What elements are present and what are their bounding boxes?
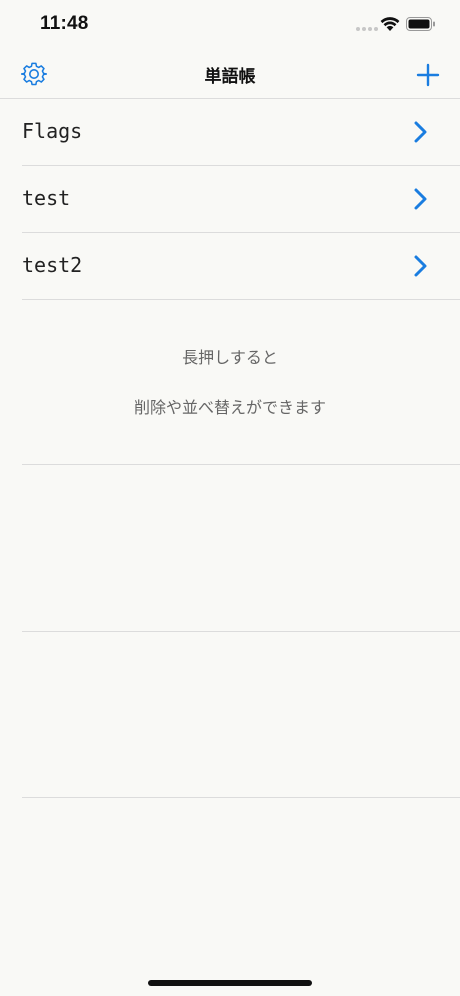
status-bar: 11:48 bbox=[0, 0, 460, 50]
home-indicator[interactable] bbox=[148, 980, 312, 986]
list-item[interactable]: test bbox=[22, 166, 460, 233]
list-item[interactable]: Flags bbox=[22, 99, 460, 166]
page-title: 単語帳 bbox=[204, 67, 256, 87]
battery-icon bbox=[406, 17, 435, 31]
hint-line-1: 長押しすると bbox=[182, 348, 278, 367]
chevron-right-icon bbox=[414, 255, 427, 277]
status-time: 11:48 bbox=[40, 13, 89, 34]
hint-panel: 長押しすると 削除や並べ替えができます bbox=[0, 298, 460, 464]
cellular-signal-icon bbox=[356, 27, 378, 31]
list-item-label: test bbox=[22, 186, 71, 210]
list-item-label: test2 bbox=[22, 253, 83, 277]
chevron-right-icon bbox=[414, 121, 427, 143]
divider bbox=[22, 464, 460, 465]
hint-line-2: 削除や並べ替えができます bbox=[133, 398, 326, 417]
list-item[interactable]: test2 bbox=[22, 233, 460, 300]
divider bbox=[22, 631, 460, 632]
chevron-right-icon bbox=[414, 188, 427, 210]
navigation-bar: 単語帳 bbox=[0, 50, 460, 99]
divider bbox=[22, 797, 460, 798]
deck-list: Flags test test2 bbox=[0, 99, 460, 300]
list-item-label: Flags bbox=[22, 119, 83, 143]
wifi-icon bbox=[380, 17, 400, 31]
plus-icon[interactable] bbox=[414, 61, 442, 89]
